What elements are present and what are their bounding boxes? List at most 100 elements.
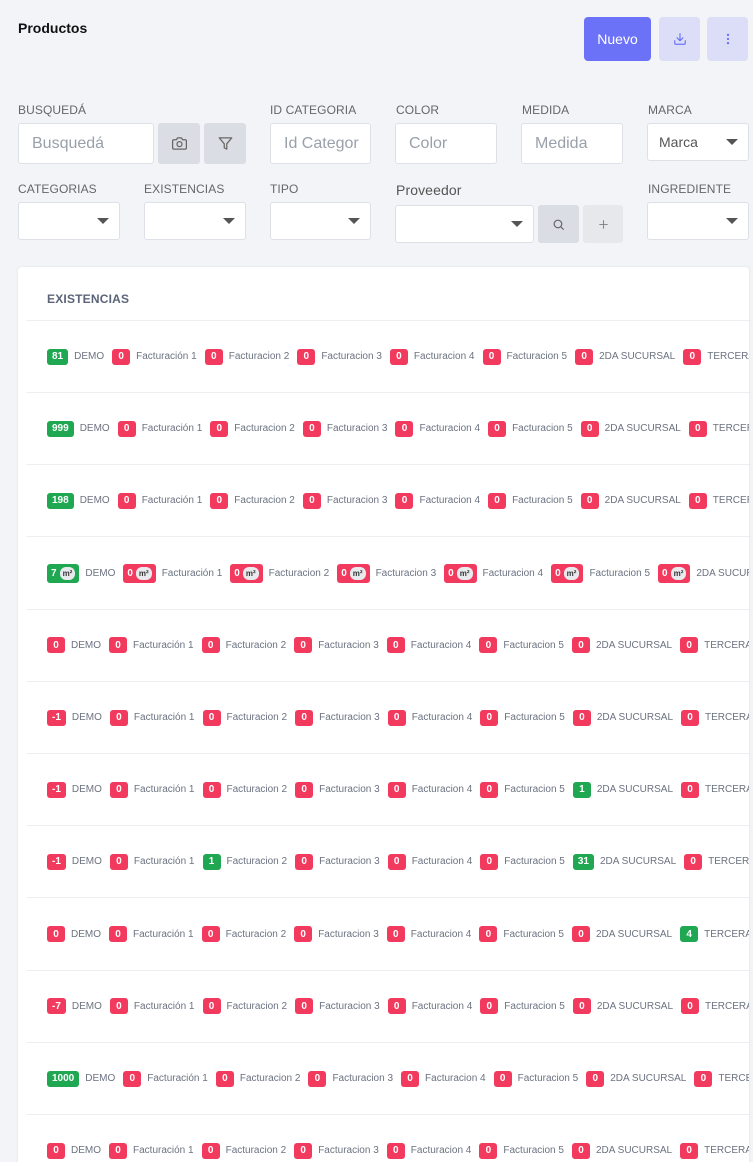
stock-item: 0 Facturacion 4 xyxy=(386,637,471,654)
stock-item: 0 Facturación 1 xyxy=(109,709,195,726)
table-row[interactable]: 7 m² DEMO 0 m² Facturación 1 0 m² Facturacion 20… xyxy=(27,538,749,610)
table-row[interactable]: 0 DEMO 0 Facturación 1 0 Facturacion 2 0 Factur… xyxy=(27,1115,749,1162)
branch-name: Facturacion 4 xyxy=(413,351,475,362)
branch-name: DEMO xyxy=(71,856,102,868)
stock-item: 0 Facturacion 3 xyxy=(294,926,379,943)
branch-name: Facturación 1 xyxy=(133,1000,195,1012)
stock-badge: 0 xyxy=(109,781,128,798)
stock-badge: 0 xyxy=(480,998,499,1015)
stock-badge: 0 xyxy=(123,1070,142,1087)
branch-name: Facturación 1 xyxy=(141,423,203,435)
branch-name: Facturacion 3 xyxy=(319,712,380,723)
table-row[interactable]: -1 DEMO 0 Facturación 1 0 Facturacion 2 0 Factu… xyxy=(27,682,749,754)
id-category-input[interactable]: Id Categor xyxy=(270,123,371,164)
branch-name: Facturacion 3 xyxy=(321,351,382,362)
add-supplier-button[interactable] xyxy=(583,205,623,243)
stock-item: 0 2DA SUCURSAL xyxy=(575,348,675,365)
stock-badge: 0 xyxy=(680,1142,699,1159)
stock-item: 0 2DA SUCURSAL xyxy=(572,998,674,1015)
stock-badge-value: 0 xyxy=(686,639,692,651)
stock-item: 0 Facturacion 4 xyxy=(387,853,473,870)
stock-badge: 0 xyxy=(387,709,406,726)
branch-name: Facturacion 4 xyxy=(411,856,473,868)
stock-badge: 0 xyxy=(201,1142,220,1159)
stock-badge: 0 xyxy=(201,926,220,943)
table-row[interactable]: -1 DEMO 0 Facturación 1 1 Facturacion 2 0 Factu… xyxy=(27,826,749,899)
stock-badge: 0 xyxy=(386,1142,405,1159)
stock-badge: 0 xyxy=(571,926,590,943)
stock-item: 0 Facturacion 5 xyxy=(488,492,573,509)
branch-name: Facturacion 3 xyxy=(375,567,437,579)
ingredient-select[interactable] xyxy=(647,202,749,240)
stock-badge: 0 xyxy=(202,781,221,798)
stock-badge: 81 xyxy=(47,348,69,365)
stock-item: 0 Facturacion 4 xyxy=(395,492,480,509)
branch-name: Facturación 1 xyxy=(133,639,194,651)
stock-item: 0 Facturación 1 xyxy=(112,348,197,365)
branch-name: TERCERA xyxy=(705,712,749,723)
stock-badge: 0 xyxy=(688,420,707,437)
download-button[interactable] xyxy=(659,17,700,61)
stock-item: 0 2DA SUCURSAL xyxy=(580,420,681,437)
chevron-down-icon xyxy=(348,218,360,224)
type-select[interactable] xyxy=(270,202,371,240)
color-input[interactable]: Color xyxy=(395,123,497,164)
branch-name: TERCERA xyxy=(704,928,749,940)
branch-name: Facturación 1 xyxy=(133,784,195,796)
stock-select[interactable] xyxy=(144,202,246,240)
table-row[interactable]: -1 DEMO 0 Facturación 1 0 Facturacion 2 0 Factu… xyxy=(27,754,749,827)
search-input[interactable]: Busquedá xyxy=(18,123,154,164)
stock-badge-value: 0 xyxy=(301,856,307,868)
more-vertical-icon xyxy=(721,32,735,46)
stock-badge: 0 xyxy=(117,492,136,509)
stock-item: 198 DEMO xyxy=(47,492,110,509)
stock-badge-value: 0 xyxy=(393,712,400,723)
stock-badge-value: 0 xyxy=(301,784,307,796)
categories-select[interactable] xyxy=(18,202,120,240)
branch-name: 2DA SUCURSAL xyxy=(596,1000,674,1012)
stock-badge: 198 xyxy=(47,492,74,509)
branch-name: Facturacion 2 xyxy=(226,1000,288,1012)
table-row[interactable]: 1000 DEMO 0 Facturación 1 0 Facturacion 2 0 Fac… xyxy=(27,1043,749,1115)
stock-badge-value: 31 xyxy=(577,856,589,868)
table-row[interactable]: 999 DEMO 0 Facturación 1 0 Facturacion 2 0 Fact… xyxy=(27,393,749,466)
table-row[interactable]: 0 DEMO 0 Facturación 1 0 Facturacion 2 0 Factur… xyxy=(27,610,749,682)
stock-badge: 0 xyxy=(694,1070,713,1087)
stock-badge-value: 0 xyxy=(690,856,696,868)
brand-select[interactable]: Marca xyxy=(647,123,749,161)
table-row[interactable]: 198 DEMO 0 Facturación 1 0 Facturacion 2 0 Fact… xyxy=(27,465,749,538)
branch-name: DEMO xyxy=(85,567,116,579)
table-row[interactable]: -7 DEMO 0 Facturación 1 0 Facturacion 2 0 Factu… xyxy=(27,971,749,1043)
branch-name: TERCERA xyxy=(705,784,749,796)
branch-name: DEMO xyxy=(71,712,102,723)
supplier-search-button[interactable] xyxy=(538,205,579,243)
new-product-button[interactable]: Nuevo xyxy=(584,17,651,61)
stock-badge: 0 xyxy=(479,1142,498,1159)
measure-input[interactable]: Medida xyxy=(521,123,623,164)
branch-name: 2DA SUCURSAL xyxy=(595,928,673,940)
camera-button[interactable] xyxy=(158,123,200,164)
stock-badge-value: 0 xyxy=(396,351,402,362)
stock-badge-value: 0 xyxy=(499,1073,506,1084)
branch-name: Facturacion 2 xyxy=(225,928,287,940)
stock-badge-value: 0 xyxy=(401,495,408,507)
supplier-select[interactable] xyxy=(395,205,534,243)
stock-item: 0 TERCERA xyxy=(680,1142,749,1159)
branch-name: DEMO xyxy=(71,784,102,796)
stock-item: 0 Facturacion 5 xyxy=(479,926,564,943)
more-options-button[interactable] xyxy=(707,17,748,61)
stock-badge-value: 0 xyxy=(208,1000,215,1012)
stock-item: 0 Facturación 1 xyxy=(109,637,194,654)
unit-pill: m² xyxy=(59,566,76,580)
filter-button[interactable] xyxy=(204,123,246,164)
stock-badge-value: 0 xyxy=(115,1145,121,1157)
stock-badge: 0 xyxy=(389,348,408,365)
stock-item: 0 TERCERA xyxy=(683,348,749,365)
stock-item: 0 DEMO xyxy=(47,1142,101,1159)
stock-badge: 0 xyxy=(681,709,700,726)
stock-item: 0 2DA SUCURSAL xyxy=(571,637,672,654)
stock-item: 31 2DA SUCURSAL xyxy=(572,853,676,870)
stock-badge: 0 xyxy=(488,492,507,509)
table-row[interactable]: 81 DEMO 0 Facturación 1 0 Facturacion 2 0 Factu… xyxy=(27,321,749,393)
table-row[interactable]: 0 DEMO 0 Facturación 1 0 Facturacion 2 0 Factur… xyxy=(27,899,749,971)
